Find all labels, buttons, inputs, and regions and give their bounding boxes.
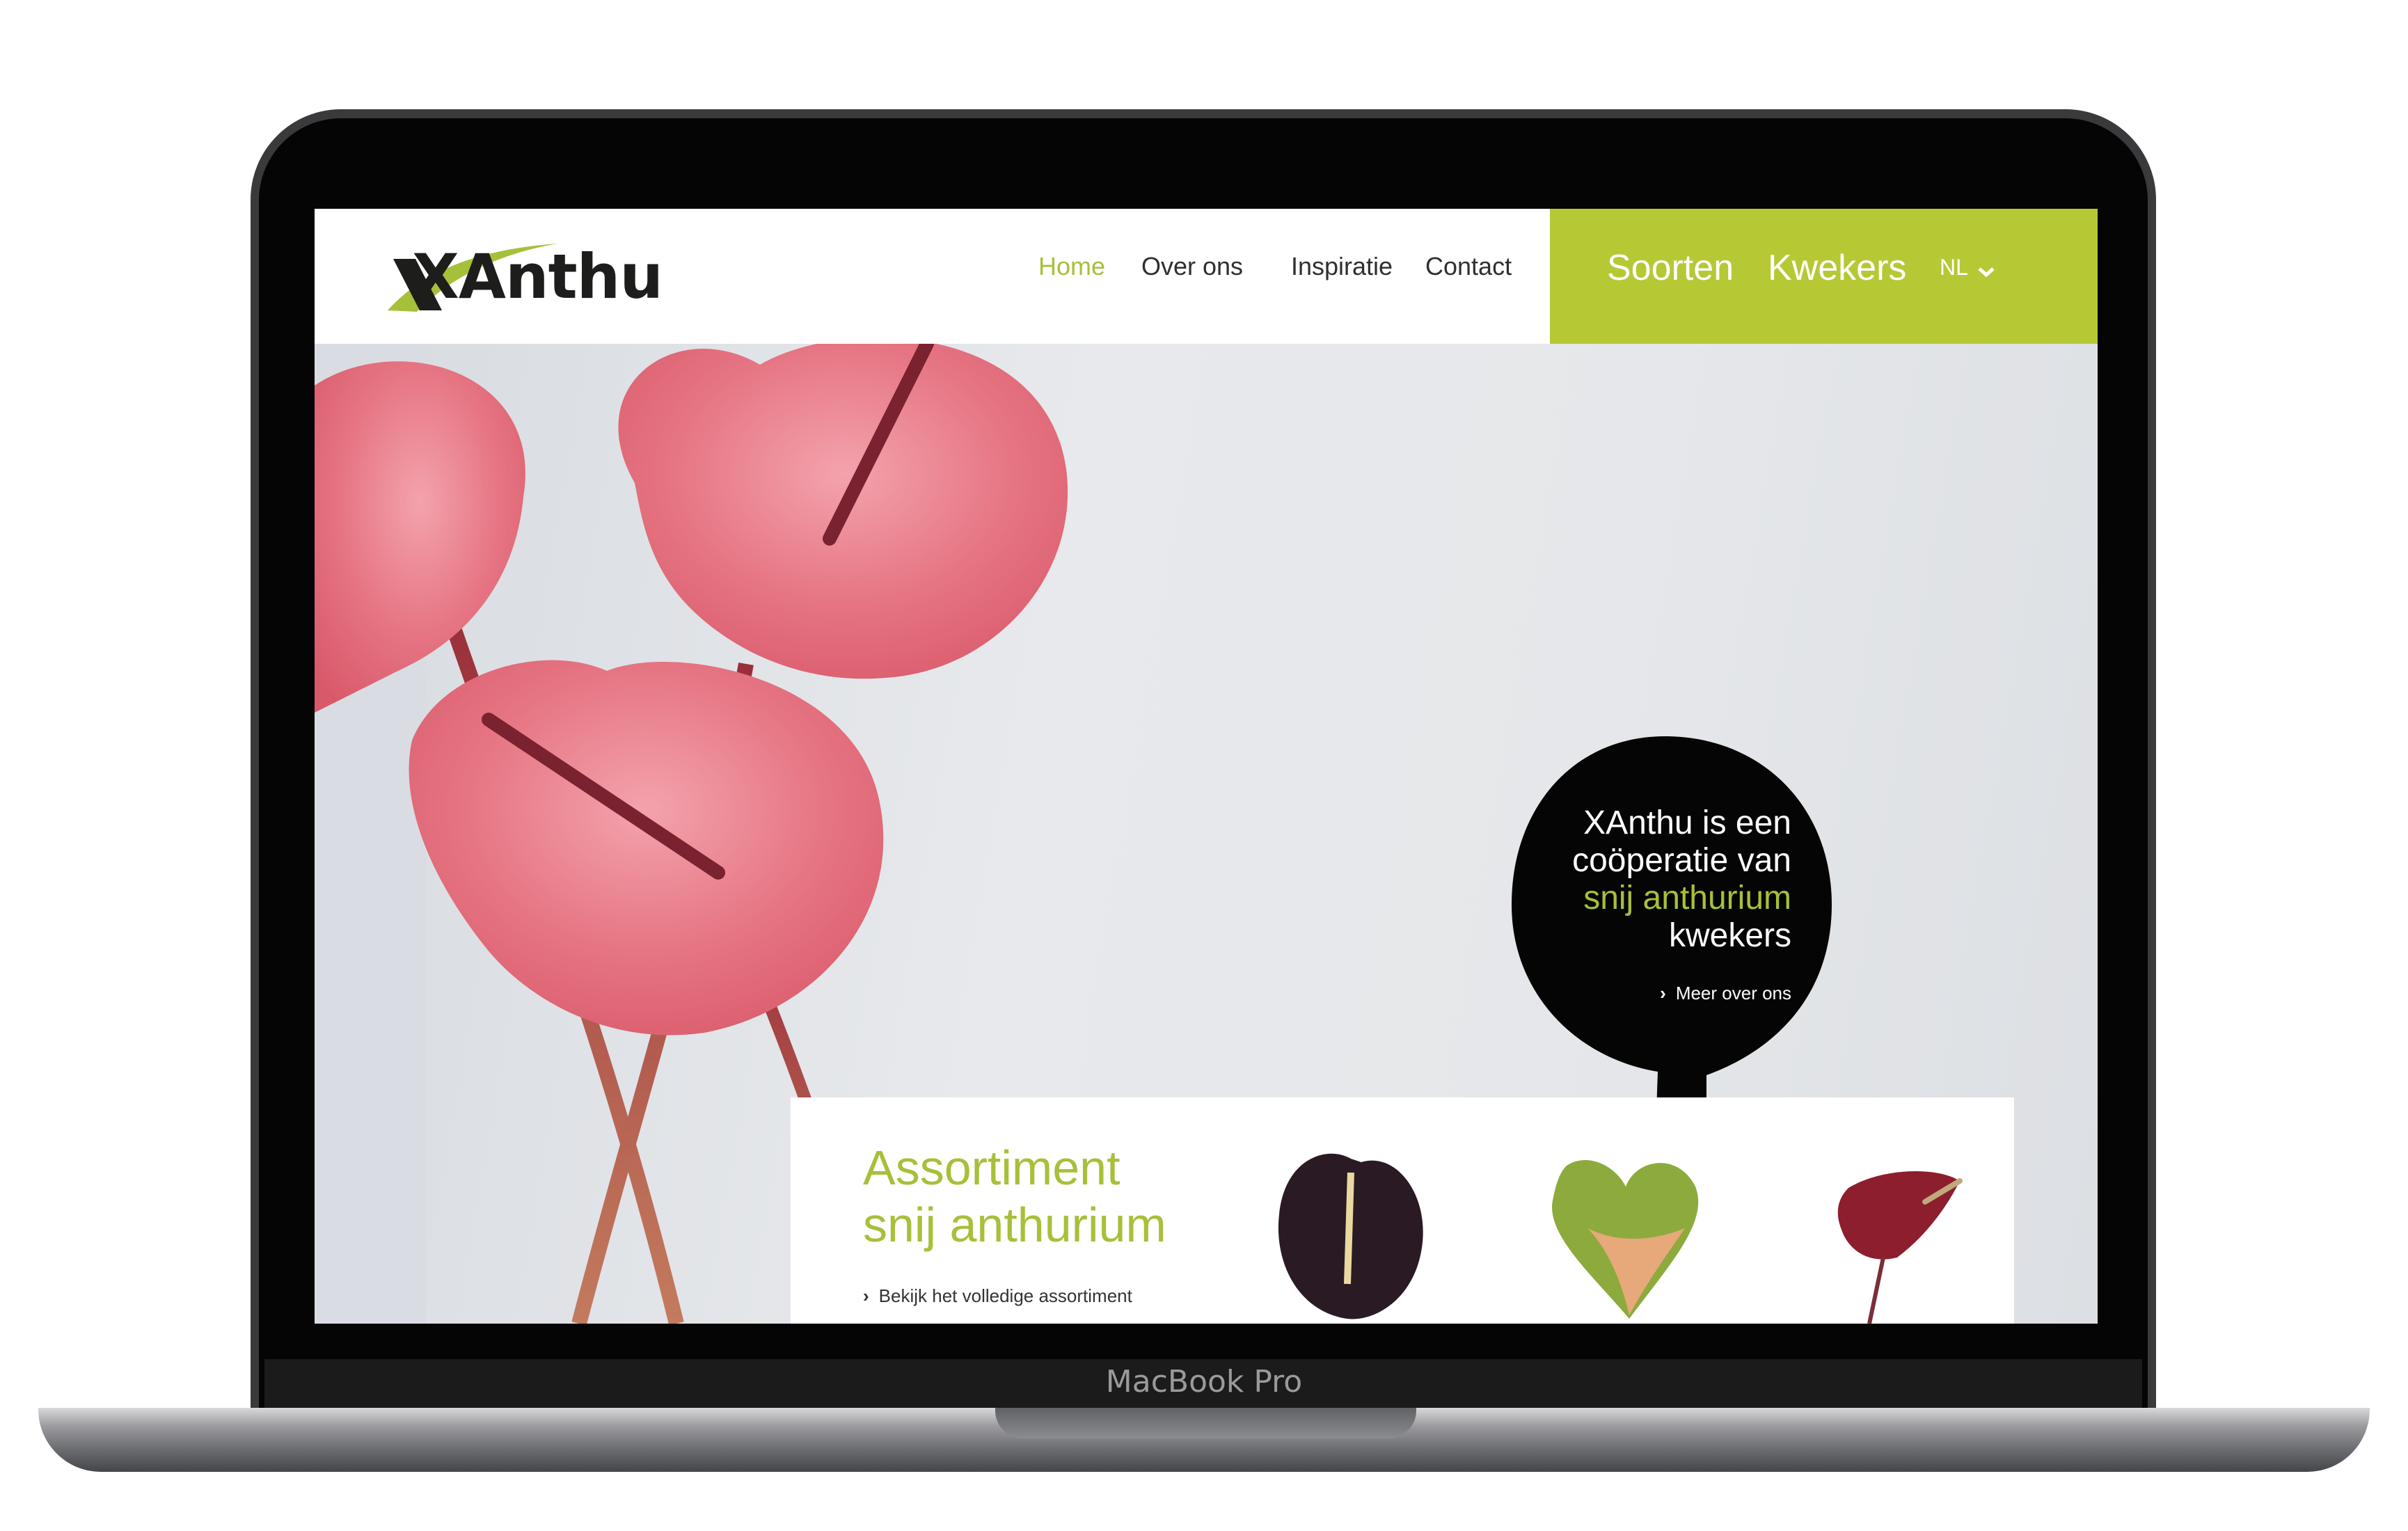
language-selector[interactable]: NL: [1940, 255, 1995, 280]
intro-speech-bubble: XAnthu is een coöperatie van snij anthur…: [1498, 731, 1846, 1120]
bubble-heading: XAnthu is een coöperatie van snij anthur…: [1572, 804, 1791, 955]
website-screen: XAnthu Home Over ons Inspiratie Contact …: [315, 209, 2098, 1324]
nav-over-ons[interactable]: Over ons: [1141, 252, 1243, 281]
red-anthurium-thumbnail[interactable]: [1821, 1160, 1974, 1324]
device-brand-label: MacBook Pro: [1105, 1364, 1303, 1399]
green-pink-anthurium-thumbnail[interactable]: [1546, 1145, 1706, 1324]
primary-nav-panel: Soorten Kwekers NL: [1550, 209, 2098, 344]
nav-inspiratie[interactable]: Inspiratie: [1291, 252, 1393, 281]
nav-contact[interactable]: Contact: [1425, 252, 1512, 281]
site-header: XAnthu Home Over ons Inspiratie Contact …: [315, 209, 2098, 344]
hero-banner: XAnthu is een coöperatie van snij anthur…: [315, 344, 2098, 1324]
nav-soorten[interactable]: Soorten: [1607, 247, 1734, 289]
assortment-link-label: Bekijk het volledige assortiment: [878, 1285, 1132, 1306]
chevron-down-icon: [1978, 267, 1995, 277]
assortment-title: Assortiment snij anthurium: [863, 1139, 1166, 1253]
laptop-notch: [995, 1408, 1416, 1438]
nav-kwekers[interactable]: Kwekers: [1768, 247, 1906, 289]
dark-anthurium-thumbnail[interactable]: [1271, 1145, 1431, 1324]
assortment-title-line-1: Assortiment: [863, 1141, 1120, 1195]
language-code: NL: [1940, 255, 1968, 280]
chevron-right-icon: ›: [1660, 983, 1666, 1004]
nav-home[interactable]: Home: [1038, 252, 1105, 281]
logo-wordmark: XAnthu: [412, 241, 663, 312]
assortment-title-line-2: snij anthurium: [863, 1198, 1166, 1252]
bubble-line-2: coöperatie van: [1572, 842, 1791, 879]
bubble-line-4: kwekers: [1668, 917, 1791, 954]
bubble-line-1: XAnthu is een: [1583, 804, 1791, 841]
meer-over-ons-link[interactable]: › Meer over ons: [1660, 983, 1791, 1004]
meer-over-ons-label: Meer over ons: [1675, 983, 1791, 1004]
bubble-line-3-highlight: snij anthurium: [1583, 880, 1791, 917]
assortment-card: Assortiment snij anthurium › Bekijk het v…: [791, 1097, 2014, 1324]
assortment-link[interactable]: › Bekijk het volledige assortiment: [863, 1285, 1132, 1307]
chevron-right-icon: ›: [863, 1285, 869, 1306]
